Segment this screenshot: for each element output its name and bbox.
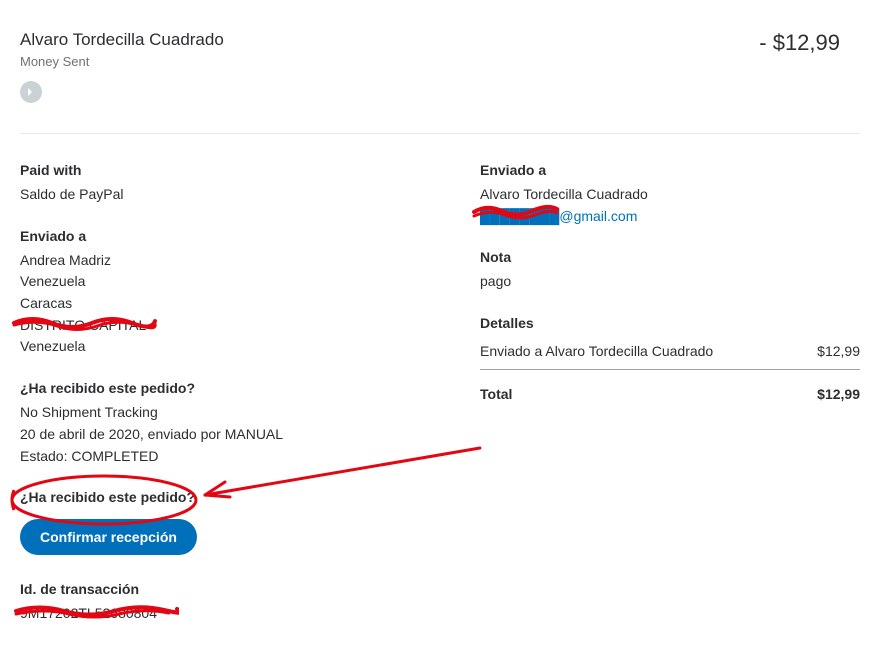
details-row: Enviado a Alvaro Tordecilla Cuadrado $12… xyxy=(480,337,860,370)
note-section: Nota pago xyxy=(480,249,860,293)
header-left: Alvaro Tordecilla Cuadrado Money Sent xyxy=(20,30,224,103)
received-question-2: ¿Ha recibido este pedido? xyxy=(20,489,400,505)
received-question-1: ¿Ha recibido este pedido? xyxy=(20,380,400,396)
paid-with-section: Paid with Saldo de PayPal xyxy=(20,162,400,206)
expand-chevron-icon[interactable] xyxy=(20,81,42,103)
details-amount: $12,99 xyxy=(817,343,860,359)
total-row: Total $12,99 xyxy=(480,370,860,402)
tracking-section: ¿Ha recibido este pedido? No Shipment Tr… xyxy=(20,380,400,467)
transaction-body: Paid with Saldo de PayPal Enviado a Andr… xyxy=(20,134,860,647)
confirm-reception-button[interactable]: Confirmar recepción xyxy=(20,519,197,555)
transaction-id-section: Id. de transacción 9M17202TL52680804 xyxy=(20,581,400,625)
right-column: Enviado a Alvaro Tordecilla Cuadrado ███… xyxy=(480,162,860,647)
shipping-title: Enviado a xyxy=(20,228,400,244)
email-link[interactable]: ████████@gmail.com xyxy=(480,208,637,224)
ship-state-text: Estado: COMPLETED xyxy=(20,446,400,468)
paid-with-title: Paid with xyxy=(20,162,400,178)
shipping-country-2: Venezuela xyxy=(20,336,400,358)
shipping-country: Venezuela xyxy=(20,271,400,293)
transaction-id-title: Id. de transacción xyxy=(20,581,400,597)
email-visible-part: @gmail.com xyxy=(559,208,637,224)
confirm-section: ¿Ha recibido este pedido? Confirmar rece… xyxy=(20,489,400,555)
sent-to-title: Enviado a xyxy=(480,162,860,178)
sent-to-section: Enviado a Alvaro Tordecilla Cuadrado ███… xyxy=(480,162,860,227)
transaction-status: Money Sent xyxy=(20,54,224,69)
shipping-name: Andrea Madriz xyxy=(20,250,400,272)
shipping-district-text: DISTRITO CAPITAL xyxy=(20,317,146,333)
transaction-header: Alvaro Tordecilla Cuadrado Money Sent - … xyxy=(20,30,860,134)
ship-date-text: 20 de abril de 2020, enviado por MANUAL xyxy=(20,424,400,446)
transaction-id-text: 9M17202TL52680804 xyxy=(20,605,157,621)
shipping-district: DISTRITO CAPITAL xyxy=(20,315,146,337)
details-description: Enviado a Alvaro Tordecilla Cuadrado xyxy=(480,343,713,359)
no-tracking-text: No Shipment Tracking xyxy=(20,402,400,424)
details-title: Detalles xyxy=(480,315,860,331)
sent-to-email: ████████@gmail.com xyxy=(480,206,860,228)
recipient-name: Alvaro Tordecilla Cuadrado xyxy=(20,30,224,50)
total-label: Total xyxy=(480,386,512,402)
email-redacted-part: ████████ xyxy=(480,208,559,224)
shipping-address-section: Enviado a Andrea Madriz Venezuela Caraca… xyxy=(20,228,400,358)
shipping-city: Caracas xyxy=(20,293,400,315)
total-amount: $12,99 xyxy=(817,386,860,402)
details-section: Detalles Enviado a Alvaro Tordecilla Cua… xyxy=(480,315,860,402)
paid-with-value: Saldo de PayPal xyxy=(20,184,400,206)
note-title: Nota xyxy=(480,249,860,265)
transaction-id-value: 9M17202TL52680804 xyxy=(20,603,157,625)
transaction-amount: - $12,99 xyxy=(759,30,860,56)
note-value: pago xyxy=(480,271,860,293)
sent-to-name: Alvaro Tordecilla Cuadrado xyxy=(480,184,860,206)
left-column: Paid with Saldo de PayPal Enviado a Andr… xyxy=(20,162,400,647)
